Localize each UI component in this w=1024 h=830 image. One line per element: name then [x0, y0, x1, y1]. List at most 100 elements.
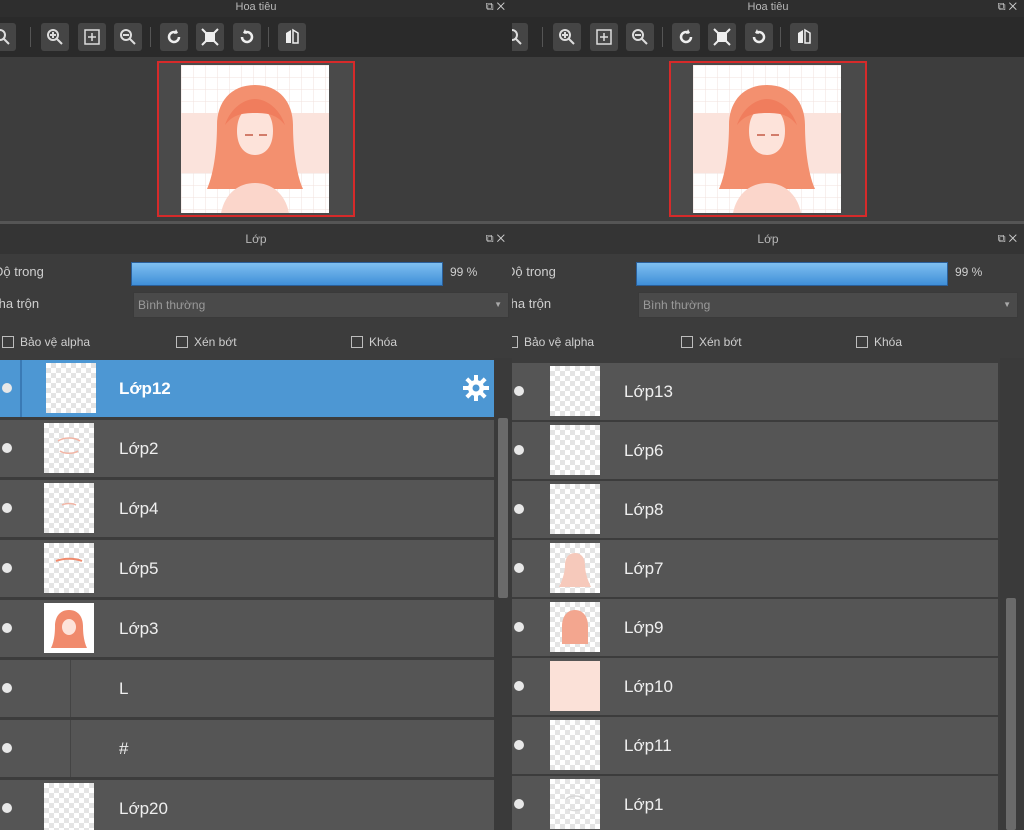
zoom-in-icon[interactable] — [41, 23, 69, 51]
flip-icon[interactable] — [790, 23, 818, 51]
zoom-out-icon[interactable] — [626, 23, 654, 51]
layer-thumbnail — [550, 602, 600, 652]
layer-thumbnail — [44, 783, 94, 830]
layer-thumbnail — [46, 363, 96, 413]
layer-row[interactable]: Lớp10 — [512, 658, 998, 718]
reset-rotation-icon[interactable] — [196, 23, 224, 51]
layer-thumbnail — [44, 483, 94, 533]
navigator-title: Hoa tiêu — [235, 1, 277, 13]
layer-row[interactable]: Lớp11 — [512, 717, 998, 777]
visibility-icon[interactable] — [514, 445, 524, 455]
visibility-icon[interactable] — [2, 383, 12, 393]
layer-row[interactable]: Lớp12 — [0, 360, 494, 420]
zoom-in-icon[interactable] — [553, 23, 581, 51]
zoom-icon[interactable] — [0, 23, 16, 51]
visibility-icon[interactable] — [514, 681, 524, 691]
rotate-left-icon[interactable] — [160, 23, 188, 51]
layer-row[interactable]: Lớp20 — [0, 780, 494, 830]
navigator-header: Hoa tiêu ⧉✕ — [0, 0, 512, 17]
canvas-preview — [181, 65, 329, 213]
layer-row[interactable]: Lớp2 — [0, 420, 494, 480]
chevron-down-icon: ▼ — [494, 300, 502, 309]
right-screenshot: Hoa tiêu ⧉✕ Lớp ⧉✕ ộ trong 99 % ha trộn … — [512, 0, 1024, 830]
blend-mode-select[interactable]: Bình thường ▼ — [133, 292, 509, 318]
visibility-icon[interactable] — [2, 683, 12, 693]
layer-row[interactable]: Lớp1 — [512, 776, 998, 830]
layer-row[interactable]: Lớp3 — [0, 600, 494, 660]
opacity-row: Độ trong 99 % — [512, 256, 1024, 286]
layer-row[interactable]: Lớp6 — [512, 422, 998, 482]
panel-window-icons[interactable]: ⧉✕ — [486, 0, 508, 15]
reset-rotation-icon[interactable] — [708, 23, 736, 51]
opacity-slider[interactable] — [131, 262, 443, 286]
gear-icon[interactable] — [462, 374, 490, 402]
rotate-left-icon[interactable] — [672, 23, 700, 51]
visibility-icon[interactable] — [2, 623, 12, 633]
visibility-icon[interactable] — [514, 740, 524, 750]
chevron-down-icon: ▼ — [1003, 300, 1011, 309]
layer-thumbnail — [550, 661, 600, 711]
visibility-icon[interactable] — [2, 743, 12, 753]
rotate-right-icon[interactable] — [745, 23, 773, 51]
blend-row: Pha trộn Bình thường ▼ — [0, 288, 512, 318]
fit-screen-icon[interactable] — [78, 23, 106, 51]
layer-row[interactable]: Lớp7 — [512, 540, 998, 600]
navigator-view[interactable] — [512, 57, 1024, 220]
clipping-checkbox[interactable]: Xén bớt — [681, 335, 742, 349]
layer-list: Lớp12 Lớp2 Lớp4 Lớp5 Lớp3 L # Lớp20 — [0, 358, 494, 830]
lock-checkbox[interactable]: Khóa — [856, 335, 902, 349]
layer-row[interactable]: Lớp13 — [512, 363, 998, 423]
zoom-icon[interactable] — [512, 23, 528, 51]
panel-window-icons[interactable]: ⧉✕ — [998, 0, 1020, 15]
rotate-right-icon[interactable] — [233, 23, 261, 51]
layer-thumbnail — [44, 543, 94, 593]
view-frame[interactable] — [157, 61, 355, 217]
layer-name: Lớp5 — [119, 559, 159, 578]
visibility-icon[interactable] — [514, 622, 524, 632]
visibility-icon[interactable] — [2, 503, 12, 513]
layer-thumbnail — [550, 543, 600, 593]
opacity-label: Độ trong — [0, 264, 44, 279]
layer-folder-row[interactable]: # — [0, 720, 494, 780]
opacity-slider[interactable] — [636, 262, 948, 286]
layer-name: Lớp13 — [624, 382, 673, 401]
fit-screen-icon[interactable] — [590, 23, 618, 51]
protect-alpha-checkbox[interactable]: Bảo vệ alpha — [512, 335, 594, 349]
opacity-value: 99 % — [955, 265, 983, 279]
protect-alpha-label: Bảo vệ alpha — [20, 335, 91, 349]
visibility-icon[interactable] — [514, 504, 524, 514]
navigator-view[interactable] — [0, 57, 512, 220]
flip-icon[interactable] — [278, 23, 306, 51]
layer-row[interactable]: Lớp8 — [512, 481, 998, 541]
zoom-out-icon[interactable] — [114, 23, 142, 51]
visibility-icon[interactable] — [514, 799, 524, 809]
clipping-checkbox[interactable]: Xén bớt — [176, 335, 237, 349]
scrollbar-thumb[interactable] — [1006, 598, 1016, 830]
layer-name: Lớp1 — [624, 795, 664, 814]
blend-mode-value: Bình thường — [138, 298, 206, 312]
visibility-icon[interactable] — [2, 443, 12, 453]
visibility-icon[interactable] — [2, 803, 12, 813]
visibility-icon[interactable] — [514, 563, 524, 573]
visibility-icon[interactable] — [514, 386, 524, 396]
view-frame[interactable] — [669, 61, 867, 217]
protect-alpha-checkbox[interactable]: Bảo vệ alpha — [2, 335, 90, 349]
blend-label: Pha trộn — [0, 296, 40, 311]
lock-checkbox[interactable]: Khóa — [351, 335, 397, 349]
layer-row[interactable]: Lớp9 — [512, 599, 998, 659]
layer-thumbnail — [550, 425, 600, 475]
layer-list-scrollbar[interactable] — [494, 358, 512, 830]
scrollbar-thumb[interactable] — [498, 418, 508, 598]
layer-folder-row[interactable]: L — [0, 660, 494, 720]
blend-mode-select[interactable]: Bình thường ▼ — [638, 292, 1018, 318]
layer-row[interactable]: Lớp5 — [0, 540, 494, 600]
visibility-icon[interactable] — [2, 563, 12, 573]
layer-name: # — [119, 739, 129, 758]
panel-window-icons[interactable]: ⧉✕ — [998, 224, 1020, 254]
layer-row[interactable]: Lớp4 — [0, 480, 494, 540]
panel-window-icons[interactable]: ⧉✕ — [486, 224, 508, 254]
layer-list-scrollbar[interactable] — [1000, 358, 1024, 830]
layers-header: Lớp ⧉✕ — [512, 224, 1024, 254]
layer-name: L — [119, 679, 129, 698]
layer-thumbnail — [550, 720, 600, 770]
